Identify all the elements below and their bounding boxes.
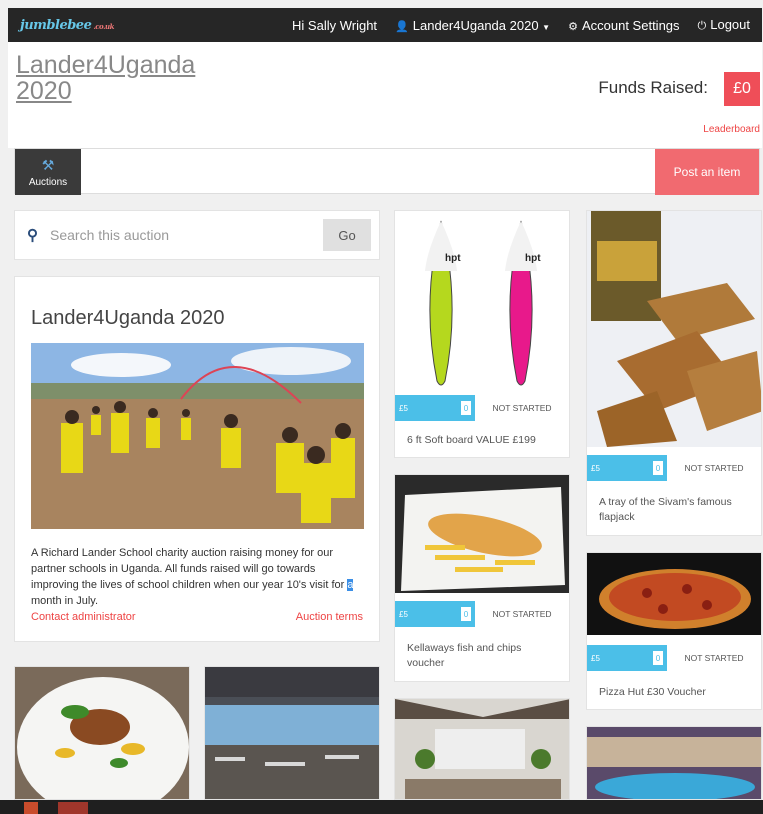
logo-text: jumblebee	[20, 17, 92, 33]
item-card-fish-chips[interactable]: £5 0 NOT STARTED Kellaways fish and chips…	[394, 474, 570, 682]
search-bar: ⚲ Go	[14, 210, 380, 260]
auction-photo	[31, 343, 364, 529]
bid-price: £5	[399, 609, 408, 619]
auction-terms-link[interactable]: Auction terms	[296, 611, 363, 623]
status-badge: NOT STARTED	[684, 653, 744, 663]
user-icon: 👤	[395, 20, 409, 33]
gear-icon: ⚙	[568, 20, 578, 33]
bid-row: £5 0 NOT STARTED	[395, 395, 569, 421]
search-icon: ⚲	[27, 227, 38, 244]
item-card-food[interactable]	[14, 666, 190, 800]
surfboards-illustration: hpt hpt	[395, 211, 569, 393]
power-icon: ⏻	[697, 20, 707, 32]
search-input[interactable]	[50, 227, 300, 243]
item-card-flapjack[interactable]: £5 0 NOT STARTED A tray of the Sivam's fa…	[586, 210, 762, 536]
funds-raised-label: Funds Raised:	[598, 78, 708, 97]
account-settings-link[interactable]: ⚙ Account Settings	[568, 18, 679, 33]
auction-description: A Richard Lander School charity auction …	[31, 545, 366, 609]
user-menu-label: Lander4Uganda 2020	[412, 17, 539, 33]
plated-food-image	[15, 667, 189, 799]
softboard-image: hpt hpt	[395, 211, 569, 393]
cafe-interior-image	[395, 699, 569, 799]
item-card-venue[interactable]	[204, 666, 380, 800]
bid-count: 0	[653, 461, 663, 475]
selected-text: a	[347, 579, 354, 591]
restaurant-interior-image	[205, 667, 379, 799]
bid-price-box: £5 0	[587, 645, 667, 671]
bid-price-box: £5 0	[395, 601, 475, 627]
funds-raised-value: £0	[724, 72, 760, 106]
caret-down-icon: ▼	[542, 22, 551, 32]
auction-tab-bar: ⚒ Auctions Post an item	[14, 148, 760, 195]
description-text: A Richard Lander School charity auction …	[31, 547, 348, 591]
auction-info-title: Lander4Uganda 2020	[31, 307, 225, 329]
item-title[interactable]: A tray of the Sivam's famous flapjack	[599, 495, 749, 525]
taskbar-app-icon[interactable]	[58, 802, 88, 814]
fish-chips-illustration	[395, 475, 569, 593]
taskbar-app-icon[interactable]	[24, 802, 38, 814]
status-badge: NOT STARTED	[492, 609, 552, 619]
pizza-illustration	[587, 553, 761, 635]
go-button[interactable]: Go	[323, 219, 371, 251]
flapjack-illustration	[587, 211, 761, 447]
bid-price: £5	[591, 463, 600, 473]
item-card-softboard[interactable]: hpt hpt £5 0 NOT STARTED 6 ft Soft board …	[394, 210, 570, 458]
children-playing-illustration	[31, 343, 364, 529]
account-settings-label: Account Settings	[581, 17, 680, 33]
status-badge: NOT STARTED	[492, 403, 552, 413]
pizza-image	[587, 553, 761, 635]
status-badge: NOT STARTED	[684, 463, 744, 473]
bid-row: £5 0 NOT STARTED	[395, 601, 569, 627]
board-brand-right: hpt	[525, 253, 541, 264]
top-navbar: jumblebee .co.uk Hi Sally Wright 👤 Lander4…	[8, 8, 762, 42]
bid-count: 0	[461, 401, 471, 415]
fish-chips-image	[395, 475, 569, 593]
item-card-cafe[interactable]	[394, 698, 570, 800]
item-card-pizza[interactable]: £5 0 NOT STARTED Pizza Hut £30 Voucher	[586, 552, 762, 710]
flapjack-image	[587, 211, 761, 447]
page-title[interactable]: Lander4Uganda 2020	[16, 52, 206, 104]
gavel-icon: ⚒	[41, 156, 55, 173]
item-title[interactable]: Kellaways fish and chips voucher	[407, 641, 557, 671]
description-text-end: month in July.	[31, 595, 99, 607]
spa-pool-image	[587, 727, 761, 799]
auction-info-card: Lander4Uganda 2020 A Richard Lander Scho…	[14, 276, 380, 642]
contact-admin-link[interactable]: Contact administrator	[31, 611, 136, 623]
tab-auctions[interactable]: ⚒ Auctions	[15, 149, 81, 195]
bid-price: £5	[591, 653, 600, 663]
logo-suffix: .co.uk	[93, 21, 114, 31]
jumblebee-logo[interactable]: jumblebee .co.uk	[20, 18, 114, 33]
bid-count: 0	[653, 651, 663, 665]
tab-auctions-label: Auctions	[28, 176, 68, 188]
bid-row: £5 0 NOT STARTED	[587, 645, 761, 671]
item-title[interactable]: 6 ft Soft board VALUE £199	[407, 433, 557, 448]
greeting-text: Hi Sally Wright	[292, 17, 378, 33]
board-brand-left: hpt	[445, 253, 461, 264]
bid-count: 0	[461, 607, 471, 621]
logout-label: Logout	[710, 17, 750, 32]
leaderboard-link[interactable]: Leaderboard	[703, 124, 760, 135]
bid-price-box: £5 0	[395, 395, 475, 421]
auction-user-menu[interactable]: 👤 Lander4Uganda 2020 ▼	[395, 18, 550, 33]
bid-price: £5	[399, 403, 408, 413]
logout-link[interactable]: ⏻ Logout	[698, 17, 750, 33]
bid-row: £5 0 NOT STARTED	[587, 455, 761, 481]
bid-price-box: £5 0	[587, 455, 667, 481]
item-title[interactable]: Pizza Hut £30 Voucher	[599, 685, 749, 700]
os-taskbar	[0, 800, 763, 814]
post-item-button[interactable]: Post an item	[655, 149, 759, 195]
item-card-spa[interactable]	[586, 726, 762, 800]
auction-header: Lander4Uganda 2020 Funds Raised: £0 Lead…	[8, 42, 762, 148]
top-nav-links: Hi Sally Wright 👤 Lander4Uganda 2020 ▼ ⚙ A…	[292, 17, 762, 33]
